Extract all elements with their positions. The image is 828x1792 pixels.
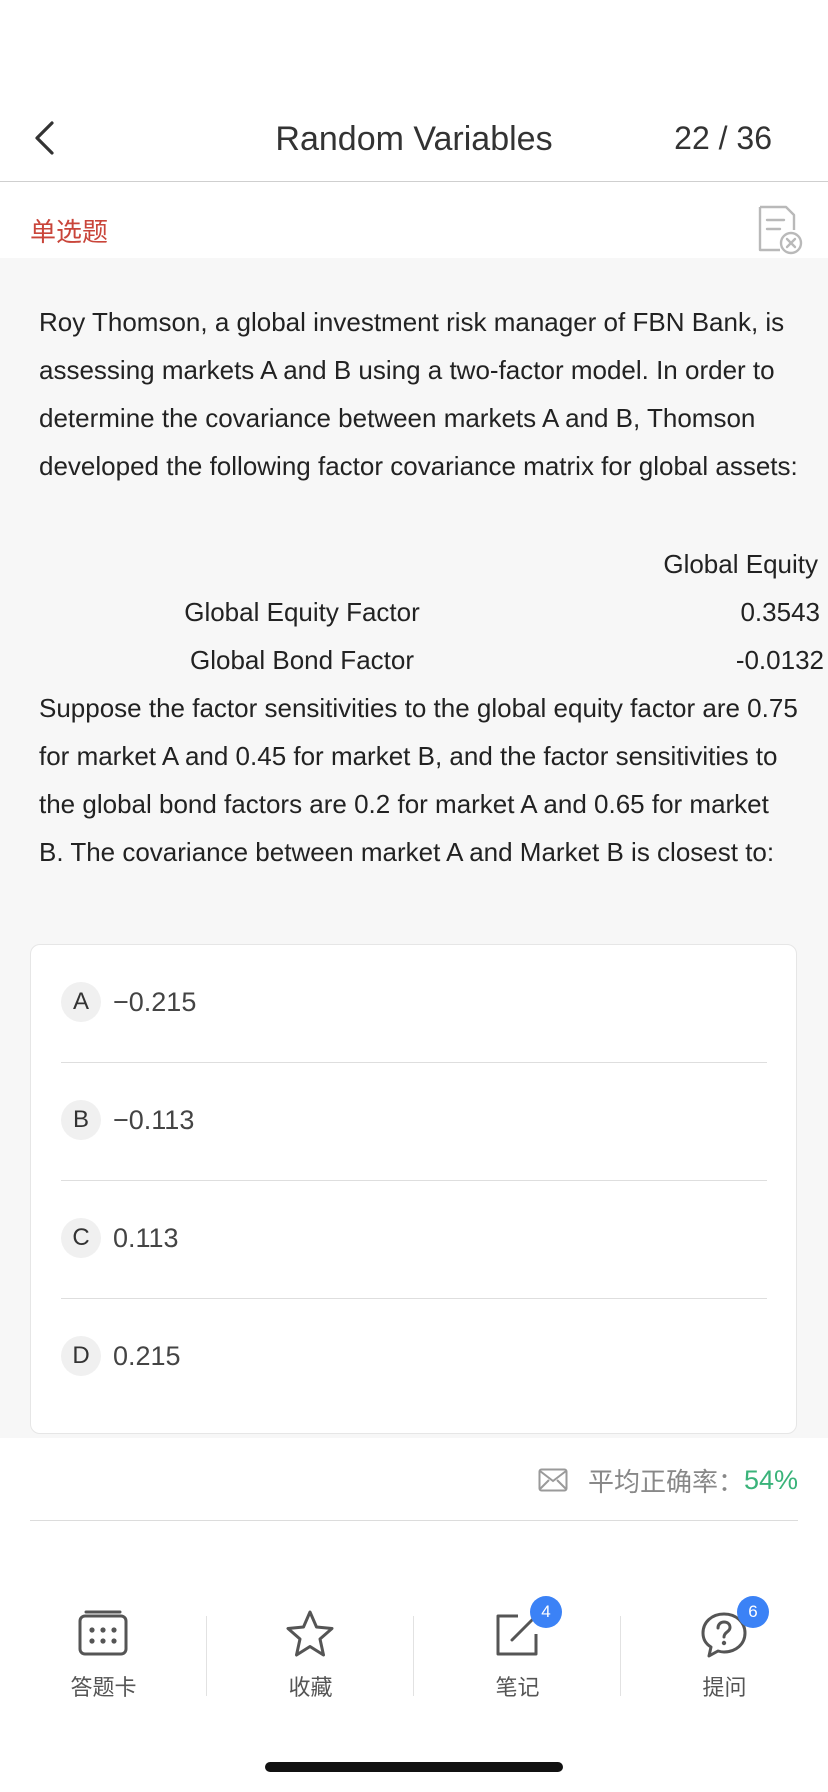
- option-text: 0.113: [113, 1223, 179, 1253]
- questions-count-badge: 6: [737, 1596, 769, 1628]
- question-counter: 22 / 36: [674, 120, 772, 156]
- options-list: A −0.215 B −0.113 C 0.113 D 0.215: [30, 944, 797, 1434]
- option-d[interactable]: D 0.215: [61, 1299, 767, 1417]
- answer-sheet-icon: [78, 1610, 128, 1656]
- tab-label: 答题卡: [70, 1676, 137, 1701]
- question-type-row: 单选题: [0, 198, 828, 258]
- matrix-row: Global Bond Factor -0.0132: [0, 636, 828, 684]
- average-accuracy: 平均正确率： 54%: [538, 1460, 798, 1500]
- option-text: −0.113: [113, 1105, 195, 1135]
- top-nav-bar: Random Variables 22 / 36: [0, 100, 828, 182]
- option-letter: D: [61, 1336, 101, 1376]
- tab-ask[interactable]: 6 提问: [621, 1586, 828, 1706]
- matrix-row: Global Equity Factor 0.3543: [0, 588, 828, 636]
- divider: [30, 1520, 798, 1521]
- matrix-row-value: 0.3543: [740, 597, 820, 627]
- matrix-column-header: Global Equity: [663, 549, 818, 579]
- matrix-row-label: Global Equity Factor: [184, 597, 420, 627]
- accuracy-value: 54%: [743, 1464, 798, 1495]
- option-text: 0.215: [113, 1341, 181, 1371]
- envelope-icon: [538, 1468, 568, 1492]
- tab-label: 笔记: [495, 1676, 540, 1701]
- question-stem-intro: Roy Thomson, a global investment risk ma…: [39, 307, 798, 481]
- option-c[interactable]: C 0.113: [61, 1181, 767, 1299]
- tab-notes[interactable]: 4 笔记: [414, 1586, 621, 1706]
- option-letter: C: [61, 1218, 101, 1258]
- question-stem-prompt: Suppose the factor sensitivities to the …: [39, 693, 798, 867]
- tab-answer-sheet[interactable]: 答题卡: [0, 1586, 207, 1706]
- notes-count-badge: 4: [530, 1596, 562, 1628]
- option-letter: B: [61, 1100, 101, 1140]
- option-text: −0.215: [113, 987, 197, 1017]
- question-page: Random Variables 22 / 36 单选题 Roy Thomson…: [0, 0, 828, 1792]
- option-a[interactable]: A −0.215: [61, 945, 767, 1063]
- tab-favorite[interactable]: 收藏: [207, 1586, 414, 1706]
- question-type-label: 单选题: [30, 218, 109, 248]
- tab-label: 提问: [702, 1676, 747, 1701]
- tab-label: 收藏: [288, 1676, 333, 1701]
- star-icon: [286, 1610, 334, 1657]
- report-error-icon[interactable]: [752, 204, 804, 256]
- option-letter: A: [61, 982, 101, 1022]
- option-b[interactable]: B −0.113: [61, 1063, 767, 1181]
- matrix-row-label: Global Bond Factor: [189, 645, 414, 675]
- accuracy-label: 平均正确率：: [587, 1467, 744, 1498]
- bottom-tab-bar: 答题卡 收藏 4 笔记 6 提问: [0, 1586, 828, 1706]
- matrix-row-value: -0.0132: [735, 645, 824, 675]
- home-indicator[interactable]: [265, 1762, 563, 1772]
